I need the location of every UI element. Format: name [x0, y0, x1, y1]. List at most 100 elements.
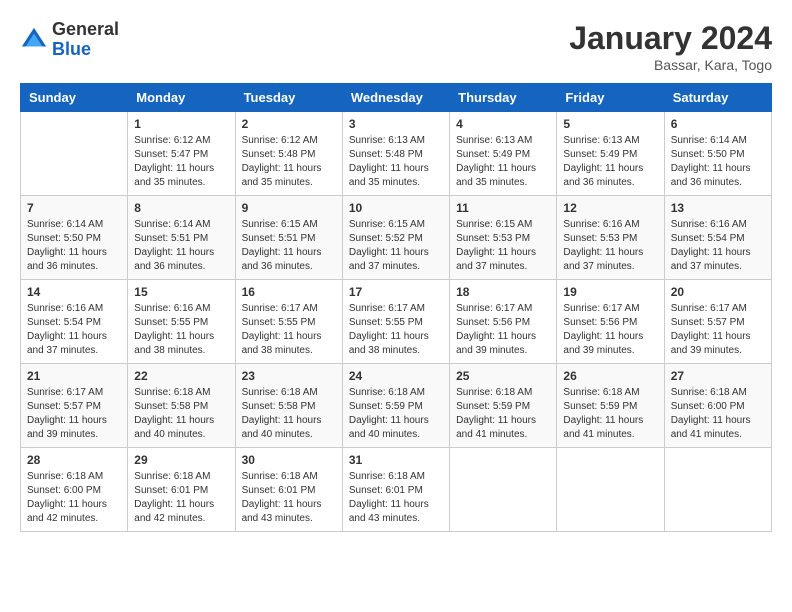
month-title: January 2024 — [569, 20, 772, 57]
day-number: 8 — [134, 201, 228, 215]
day-number: 11 — [456, 201, 550, 215]
cell-info: Sunrise: 6:18 AM Sunset: 5:59 PM Dayligh… — [563, 386, 657, 442]
table-cell: 28 Sunrise: 6:18 AM Sunset: 6:00 PM Dayli… — [21, 448, 128, 532]
table-cell: 7Sunrise: 6:14 AM Sunset: 5:50 PM Daylig… — [21, 196, 128, 280]
table-cell: 8 Sunrise: 6:14 AM Sunset: 5:51 PM Daylig… — [128, 196, 235, 280]
col-monday: Monday — [128, 84, 235, 112]
cell-info: Sunrise: 6:13 AM Sunset: 5:49 PM Dayligh… — [456, 134, 550, 190]
day-number: 17 — [349, 285, 443, 299]
logo-icon — [20, 26, 48, 54]
day-number: 12 — [563, 201, 657, 215]
week-row-5: 28 Sunrise: 6:18 AM Sunset: 6:00 PM Dayli… — [21, 448, 772, 532]
cell-info: Sunrise: 6:16 AM Sunset: 5:55 PM Dayligh… — [134, 302, 228, 358]
week-row-1: 1 Sunrise: 6:12 AM Sunset: 5:47 PM Daylig… — [21, 112, 772, 196]
cell-info: Sunrise: 6:17 AM Sunset: 5:57 PM Dayligh… — [27, 386, 121, 442]
location-subtitle: Bassar, Kara, Togo — [569, 57, 772, 73]
day-number: 3 — [349, 117, 443, 131]
cell-info: Sunrise: 6:13 AM Sunset: 5:49 PM Dayligh… — [563, 134, 657, 190]
table-cell: 30 Sunrise: 6:18 AM Sunset: 6:01 PM Dayli… — [235, 448, 342, 532]
col-tuesday: Tuesday — [235, 84, 342, 112]
cell-info: Sunrise: 6:18 AM Sunset: 6:00 PM Dayligh… — [671, 386, 765, 442]
cell-info: Sunrise: 6:16 AM Sunset: 5:54 PM Dayligh… — [27, 302, 121, 358]
cell-info: Sunrise: 6:13 AM Sunset: 5:48 PM Dayligh… — [349, 134, 443, 190]
table-cell: 3 Sunrise: 6:13 AM Sunset: 5:48 PM Daylig… — [342, 112, 449, 196]
calendar-header-row: Sunday Monday Tuesday Wednesday Thursday… — [21, 84, 772, 112]
day-number: 4 — [456, 117, 550, 131]
col-thursday: Thursday — [450, 84, 557, 112]
cell-info: Sunrise: 6:18 AM Sunset: 5:59 PM Dayligh… — [456, 386, 550, 442]
cell-info: Sunrise: 6:14 AM Sunset: 5:50 PM Dayligh… — [671, 134, 765, 190]
col-saturday: Saturday — [664, 84, 771, 112]
table-cell — [21, 112, 128, 196]
table-cell: 12 Sunrise: 6:16 AM Sunset: 5:53 PM Dayli… — [557, 196, 664, 280]
table-cell: 23 Sunrise: 6:18 AM Sunset: 5:58 PM Dayli… — [235, 364, 342, 448]
cell-info: Sunrise: 6:18 AM Sunset: 5:58 PM Dayligh… — [242, 386, 336, 442]
week-row-4: 21 Sunrise: 6:17 AM Sunset: 5:57 PM Dayli… — [21, 364, 772, 448]
calendar-table: Sunday Monday Tuesday Wednesday Thursday… — [20, 83, 772, 532]
day-number: 15 — [134, 285, 228, 299]
table-cell: 14Sunrise: 6:16 AM Sunset: 5:54 PM Dayli… — [21, 280, 128, 364]
cell-info: Sunrise: 6:18 AM Sunset: 5:59 PM Dayligh… — [349, 386, 443, 442]
page-header: General Blue January 2024 Bassar, Kara, … — [20, 20, 772, 73]
cell-info: Sunrise: 6:17 AM Sunset: 5:57 PM Dayligh… — [671, 302, 765, 358]
day-number: 30 — [242, 453, 336, 467]
table-cell: 31 Sunrise: 6:18 AM Sunset: 6:01 PM Dayli… — [342, 448, 449, 532]
table-cell — [664, 448, 771, 532]
table-cell: 21 Sunrise: 6:17 AM Sunset: 5:57 PM Dayli… — [21, 364, 128, 448]
logo-blue: Blue — [52, 39, 91, 59]
day-number: 22 — [134, 369, 228, 383]
table-cell: 22Sunrise: 6:18 AM Sunset: 5:58 PM Dayli… — [128, 364, 235, 448]
day-number: 27 — [671, 369, 765, 383]
day-number: 9 — [242, 201, 336, 215]
cell-info: Sunrise: 6:14 AM Sunset: 5:50 PM Dayligh… — [27, 218, 121, 274]
table-cell: 11Sunrise: 6:15 AM Sunset: 5:53 PM Dayli… — [450, 196, 557, 280]
logo-general: General — [52, 19, 119, 39]
cell-info: Sunrise: 6:18 AM Sunset: 6:01 PM Dayligh… — [349, 470, 443, 526]
cell-info: Sunrise: 6:17 AM Sunset: 5:56 PM Dayligh… — [563, 302, 657, 358]
day-number: 5 — [563, 117, 657, 131]
table-cell: 29 Sunrise: 6:18 AM Sunset: 6:01 PM Dayli… — [128, 448, 235, 532]
table-cell: 27 Sunrise: 6:18 AM Sunset: 6:00 PM Dayli… — [664, 364, 771, 448]
day-number: 2 — [242, 117, 336, 131]
table-cell: 4 Sunrise: 6:13 AM Sunset: 5:49 PM Daylig… — [450, 112, 557, 196]
cell-info: Sunrise: 6:18 AM Sunset: 6:01 PM Dayligh… — [134, 470, 228, 526]
cell-info: Sunrise: 6:17 AM Sunset: 5:55 PM Dayligh… — [349, 302, 443, 358]
day-number: 20 — [671, 285, 765, 299]
table-cell: 5 Sunrise: 6:13 AM Sunset: 5:49 PM Daylig… — [557, 112, 664, 196]
day-number: 31 — [349, 453, 443, 467]
cell-info: Sunrise: 6:17 AM Sunset: 5:56 PM Dayligh… — [456, 302, 550, 358]
cell-info: Sunrise: 6:18 AM Sunset: 6:01 PM Dayligh… — [242, 470, 336, 526]
table-cell: 26 Sunrise: 6:18 AM Sunset: 5:59 PM Dayli… — [557, 364, 664, 448]
col-friday: Friday — [557, 84, 664, 112]
table-cell: 20 Sunrise: 6:17 AM Sunset: 5:57 PM Dayli… — [664, 280, 771, 364]
day-number: 1 — [134, 117, 228, 131]
logo-text: General Blue — [52, 20, 119, 60]
table-cell: 9 Sunrise: 6:15 AM Sunset: 5:51 PM Daylig… — [235, 196, 342, 280]
table-cell: 13Sunrise: 6:16 AM Sunset: 5:54 PM Dayli… — [664, 196, 771, 280]
table-cell — [557, 448, 664, 532]
table-cell: 1 Sunrise: 6:12 AM Sunset: 5:47 PM Daylig… — [128, 112, 235, 196]
cell-info: Sunrise: 6:18 AM Sunset: 6:00 PM Dayligh… — [27, 470, 121, 526]
cell-info: Sunrise: 6:12 AM Sunset: 5:47 PM Dayligh… — [134, 134, 228, 190]
day-number: 28 — [27, 453, 121, 467]
day-number: 21 — [27, 369, 121, 383]
table-cell: 17 Sunrise: 6:17 AM Sunset: 5:55 PM Dayli… — [342, 280, 449, 364]
table-cell: 25Sunrise: 6:18 AM Sunset: 5:59 PM Dayli… — [450, 364, 557, 448]
logo: General Blue — [20, 20, 119, 60]
day-number: 23 — [242, 369, 336, 383]
table-cell: 6Sunrise: 6:14 AM Sunset: 5:50 PM Daylig… — [664, 112, 771, 196]
cell-info: Sunrise: 6:17 AM Sunset: 5:55 PM Dayligh… — [242, 302, 336, 358]
col-sunday: Sunday — [21, 84, 128, 112]
cell-info: Sunrise: 6:12 AM Sunset: 5:48 PM Dayligh… — [242, 134, 336, 190]
cell-info: Sunrise: 6:16 AM Sunset: 5:54 PM Dayligh… — [671, 218, 765, 274]
cell-info: Sunrise: 6:14 AM Sunset: 5:51 PM Dayligh… — [134, 218, 228, 274]
day-number: 29 — [134, 453, 228, 467]
cell-info: Sunrise: 6:16 AM Sunset: 5:53 PM Dayligh… — [563, 218, 657, 274]
title-block: January 2024 Bassar, Kara, Togo — [569, 20, 772, 73]
day-number: 26 — [563, 369, 657, 383]
cell-info: Sunrise: 6:15 AM Sunset: 5:51 PM Dayligh… — [242, 218, 336, 274]
week-row-3: 14Sunrise: 6:16 AM Sunset: 5:54 PM Dayli… — [21, 280, 772, 364]
day-number: 19 — [563, 285, 657, 299]
table-cell: 2 Sunrise: 6:12 AM Sunset: 5:48 PM Daylig… — [235, 112, 342, 196]
day-number: 24 — [349, 369, 443, 383]
